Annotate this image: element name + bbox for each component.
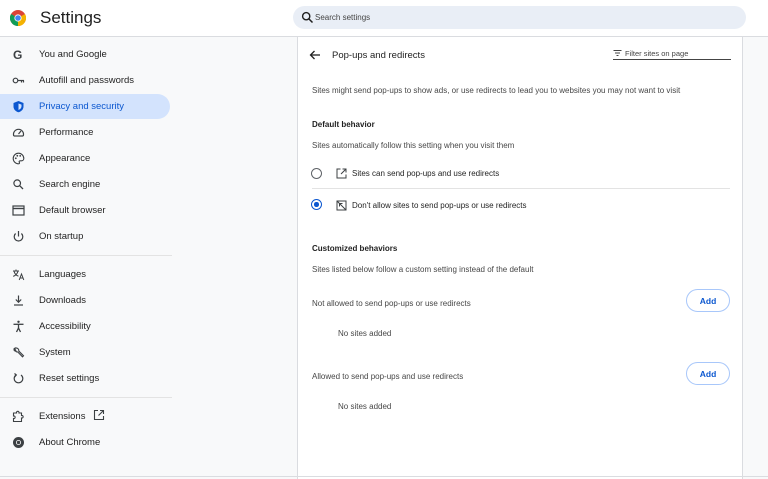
filter-box[interactable] xyxy=(613,47,731,60)
search-icon xyxy=(301,11,314,24)
radio-block-popups[interactable] xyxy=(311,199,322,210)
accessibility-icon xyxy=(13,320,24,333)
customized-behaviors-subtext: Sites listed below follow a custom setti… xyxy=(312,265,534,274)
sidebar-item-label: Autofill and passwords xyxy=(39,75,135,86)
sidebar-item-languages[interactable]: Languages xyxy=(0,262,170,287)
sidebar-item-system[interactable]: System xyxy=(0,340,170,365)
sidebar-item-autofill[interactable]: Autofill and passwords xyxy=(0,68,170,93)
key-icon xyxy=(12,77,25,84)
sidebar-item-label: Default browser xyxy=(39,205,106,216)
sidebar-item-privacy-and-security[interactable]: Privacy and security xyxy=(0,94,170,119)
option-divider xyxy=(312,188,730,189)
not-allowed-empty-text: No sites added xyxy=(338,329,392,338)
filter-icon xyxy=(613,50,622,56)
sidebar-item-label: Extensions xyxy=(39,411,86,422)
chrome-icon xyxy=(13,437,24,448)
sidebar-item-label: Downloads xyxy=(39,295,86,306)
sidebar-item-label: Accessibility xyxy=(39,321,91,332)
sidebar-item-extensions[interactable]: Extensions xyxy=(0,404,170,429)
back-arrow-icon[interactable] xyxy=(309,49,321,61)
open-in-new-icon xyxy=(336,168,347,179)
sidebar-item-label: Performance xyxy=(39,127,94,138)
sidebar-item-label: Languages xyxy=(39,269,87,280)
open-in-new-icon xyxy=(93,409,105,421)
sidebar-item-on-startup[interactable]: On startup xyxy=(0,224,170,249)
sidebar-divider xyxy=(0,397,172,398)
allowed-empty-text: No sites added xyxy=(338,402,392,411)
sidebar-item-default-browser[interactable]: Default browser xyxy=(0,198,170,223)
default-behavior-subtext: Sites automatically follow this setting … xyxy=(312,141,515,150)
sidebar-item-label: About Chrome xyxy=(39,437,101,448)
puzzle-icon xyxy=(12,410,24,423)
power-icon xyxy=(13,231,24,242)
page-description: Sites might send pop-ups to show ads, or… xyxy=(312,86,681,95)
add-not-allowed-site-button[interactable]: Add xyxy=(686,289,730,312)
not-allowed-label: Not allowed to send pop-ups or use redir… xyxy=(312,299,471,308)
sidebar-item-label: On startup xyxy=(39,231,84,242)
sidebar-item-about-chrome[interactable]: About Chrome xyxy=(0,430,170,455)
add-allowed-site-button[interactable]: Add xyxy=(686,362,730,385)
search-icon xyxy=(13,179,24,190)
sidebar-item-performance[interactable]: Performance xyxy=(0,120,170,145)
sidebar-item-label: System xyxy=(39,347,71,358)
option-block-label: Don't allow sites to send pop-ups or use… xyxy=(352,201,527,210)
palette-icon xyxy=(12,152,25,165)
sidebar-item-label: Reset settings xyxy=(39,373,100,384)
wrench-icon xyxy=(13,347,25,358)
shield-icon xyxy=(13,101,24,113)
option-allow-label: Sites can send pop-ups and use redirects xyxy=(352,169,500,178)
sidebar-item-reset-settings[interactable]: Reset settings xyxy=(0,366,170,391)
subpage-title: Pop-ups and redirects xyxy=(332,50,425,61)
sidebar-item-label: Search engine xyxy=(39,179,101,190)
chrome-logo-icon xyxy=(10,10,26,26)
search-box[interactable] xyxy=(293,6,746,29)
popup-blocked-icon xyxy=(336,200,347,211)
speedometer-icon xyxy=(12,128,25,137)
svg-text:G: G xyxy=(13,48,22,61)
settings-card: Pop-ups and redirects Sites might send p… xyxy=(297,37,743,479)
sidebar-item-appearance[interactable]: Appearance xyxy=(0,146,170,171)
page-title: Settings xyxy=(40,8,102,27)
sidebar-item-label: Appearance xyxy=(39,153,91,164)
sidebar-divider xyxy=(0,255,172,256)
google-g-icon: G xyxy=(13,48,22,61)
reset-icon xyxy=(13,373,24,384)
browser-window-icon xyxy=(12,205,25,216)
filter-input[interactable] xyxy=(625,47,729,59)
sidebar-item-accessibility[interactable]: Accessibility xyxy=(0,314,170,339)
download-icon xyxy=(14,295,23,306)
bottom-divider xyxy=(0,476,768,477)
translate-icon xyxy=(12,269,25,281)
search-input[interactable] xyxy=(315,9,735,26)
sidebar-item-label: You and Google xyxy=(39,49,107,60)
sidebar-item-you-and-google[interactable]: G You and Google xyxy=(0,42,170,67)
sidebar-item-search-engine[interactable]: Search engine xyxy=(0,172,170,197)
default-behavior-heading: Default behavior xyxy=(312,120,375,129)
allowed-label: Allowed to send pop-ups and use redirect… xyxy=(312,372,464,381)
radio-allow-popups[interactable] xyxy=(311,168,322,179)
customized-behaviors-heading: Customized behaviors xyxy=(312,244,398,253)
sidebar-item-downloads[interactable]: Downloads xyxy=(0,288,170,313)
sidebar-item-label: Privacy and security xyxy=(39,101,125,112)
toolbar: Settings xyxy=(0,0,768,36)
